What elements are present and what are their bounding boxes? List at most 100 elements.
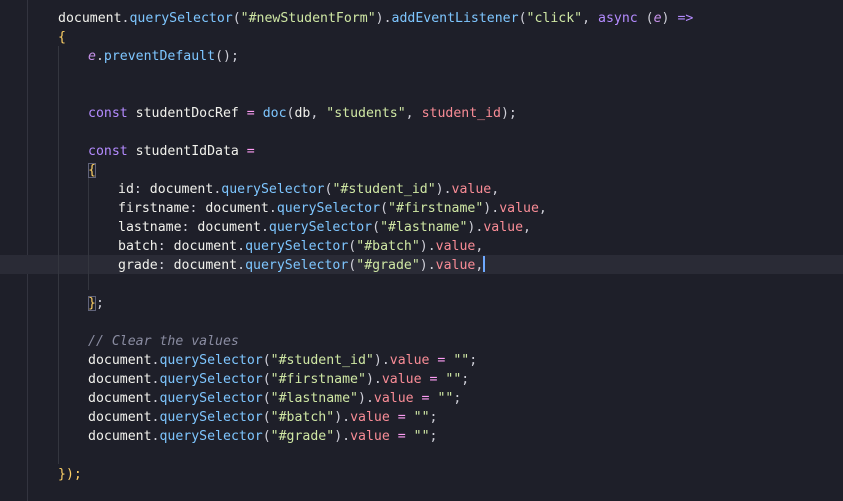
code-token: , [523,220,531,235]
code-line[interactable]: }; [88,294,104,313]
code-token: "#firstname" [388,201,484,216]
code-token: ). [467,220,484,235]
code-line[interactable]: const studentIdData = [88,142,255,161]
code-line[interactable]: document.querySelector("#lastname").valu… [88,389,461,408]
code-line[interactable]: e.preventDefault(); [88,47,239,66]
code-line[interactable]: document.querySelector("#student_id").va… [88,351,477,370]
code-token: ; [429,429,438,444]
code-line[interactable]: document.querySelector("#grade").value =… [88,427,437,446]
code-token: ). [334,429,351,444]
code-token: , [491,182,500,197]
code-token: async [598,11,638,26]
code-token: = [246,106,255,121]
code-token: querySelector [245,239,349,254]
code-token: "#grade" [270,429,335,444]
code-token: ; [429,410,438,425]
code-token: document [88,353,152,368]
code-token: document [149,182,214,197]
code-token: student_id [421,106,501,121]
code-token: ). [375,11,392,26]
code-token: querySelector [159,429,263,444]
code-token: document [88,372,152,387]
code-token: ). [358,391,374,406]
code-token: doc [262,106,287,121]
code-token: document [88,410,152,425]
code-token: value [373,391,414,406]
code-token: value [499,201,539,216]
code-token: e [88,49,96,64]
gutter-divider [27,0,28,501]
code-line[interactable]: // Clear the values [88,332,239,351]
code-line[interactable]: id: document.querySelector("#student_id"… [118,180,499,199]
code-token: document [88,429,152,444]
code-line[interactable]: const studentDocRef = doc(db, "students"… [88,104,517,123]
code-token: ( [262,391,271,406]
code-token: document [173,258,238,273]
code-token: value [350,410,390,425]
code-line[interactable]: document.querySelector("#firstname").val… [88,370,469,389]
code-token: "#grade" [356,258,420,273]
code-token: (); [215,49,239,64]
code-token: { [58,30,66,45]
code-token: grade [118,258,158,273]
code-token: querySelector [129,11,233,26]
code-line[interactable]: grade: document.querySelector("#grade").… [118,256,485,275]
code-line[interactable]: lastname: document.querySelector("#lastn… [118,218,531,237]
code-token: "" [413,429,430,444]
code-line[interactable]: document.querySelector("#newStudentForm"… [58,9,693,28]
code-line[interactable]: document.querySelector("#batch").value =… [88,408,437,427]
code-token: querySelector [221,182,325,197]
code-token: ( [262,372,271,387]
code-token: value [451,182,492,197]
code-token: { [88,163,96,178]
code-line[interactable]: { [58,28,66,47]
code-token: querySelector [159,372,263,387]
code-token: const [88,144,128,159]
code-token: ). [435,182,452,197]
code-line[interactable]: { [88,161,96,180]
code-token: ( [372,220,381,235]
code-token: querySelector [245,258,349,273]
indent-guide [88,178,89,290]
code-editor[interactable]: document.querySelector("#newStudentForm"… [0,0,843,501]
code-token: "#batch" [270,410,335,425]
code-line[interactable]: }); [58,465,82,484]
code-token: . [95,49,104,64]
code-token: = [246,144,255,159]
code-token: , [310,106,327,121]
code-token: id [118,182,134,197]
code-token: }); [58,467,82,482]
code-token: ). [373,353,390,368]
code-token: ; [469,353,478,368]
code-token: ( [262,410,271,425]
code-token: batch [118,239,158,254]
code-token: : [157,239,174,254]
code-token: } [88,296,96,311]
code-token: "" [437,391,454,406]
code-token: value [389,353,430,368]
code-token: "#batch" [356,239,420,254]
code-token: "#lastname" [380,220,468,235]
code-token: querySelector [159,353,263,368]
code-token: : [189,201,206,216]
code-token: . [268,201,277,216]
code-token: ( [637,11,654,26]
code-token: studentIdData [127,144,247,159]
code-token: ) [661,11,678,26]
code-token: : [133,182,150,197]
code-token: ; [461,372,470,387]
code-line[interactable]: firstname: document.querySelector("#firs… [118,199,547,218]
code-token: lastname [118,220,182,235]
code-token: "click" [526,11,583,26]
code-token: "" [445,372,462,387]
code-token: , [582,11,598,26]
code-line[interactable]: batch: document.querySelector("#batch").… [118,237,483,256]
indent-guide [58,46,59,464]
code-token: = [421,391,430,406]
code-token: "#student_id" [332,182,436,197]
text-cursor [483,256,485,272]
